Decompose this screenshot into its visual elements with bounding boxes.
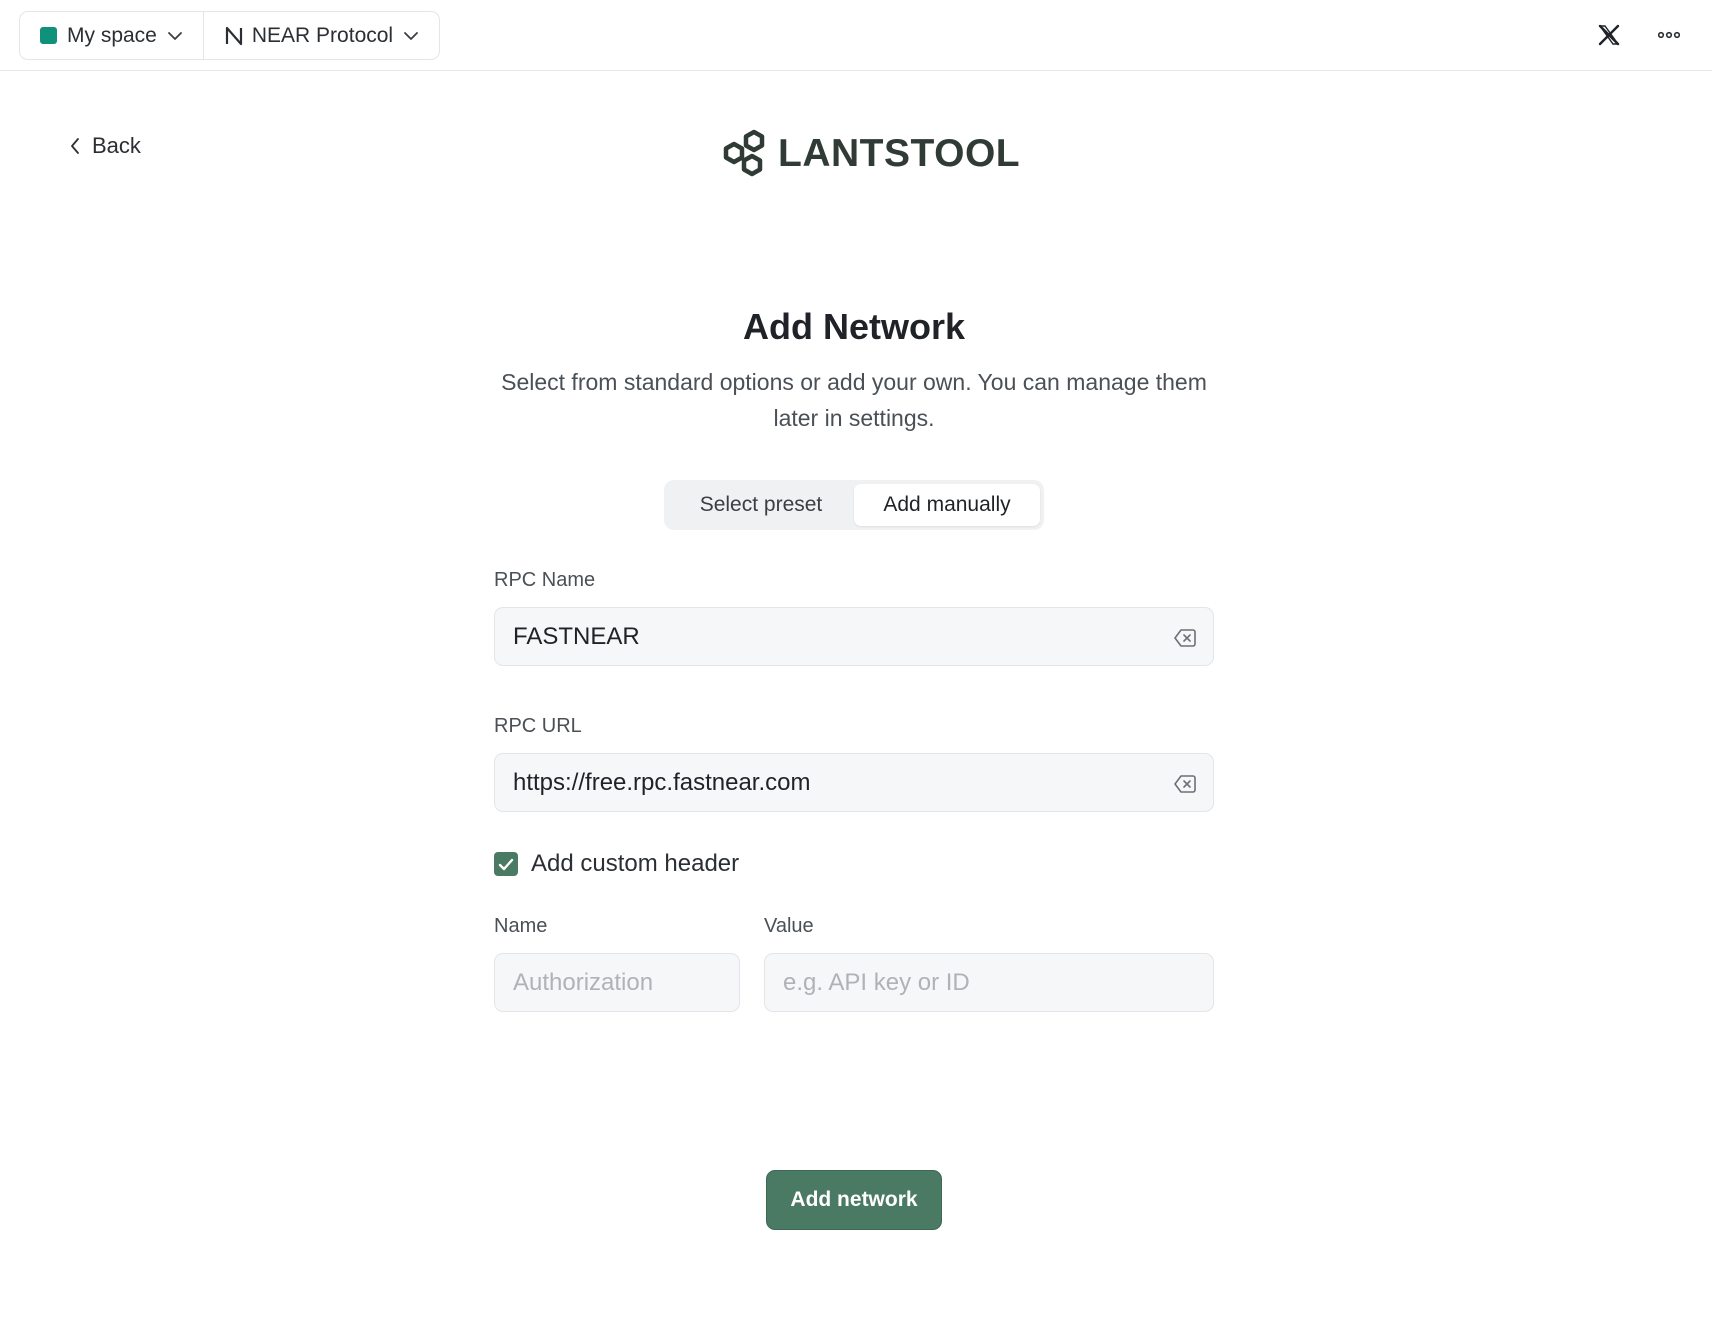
custom-header-fields: Name Value xyxy=(494,914,1214,1012)
page-title: Add Network xyxy=(742,306,965,347)
header-value-input[interactable] xyxy=(783,968,1195,997)
brand-logo: LANTSTOOL xyxy=(718,128,1020,180)
rpc-url-input-wrapper xyxy=(494,753,1214,812)
network-selector[interactable]: NEAR Protocol xyxy=(202,12,439,59)
custom-header-row: Add custom header xyxy=(494,850,1214,878)
more-icon[interactable] xyxy=(1654,20,1684,50)
context-switcher: My space NEAR Protocol xyxy=(19,11,441,60)
chevron-left-icon xyxy=(71,138,79,154)
rpc-name-field: RPC Name xyxy=(494,568,1214,666)
x-logo-icon[interactable] xyxy=(1594,20,1624,50)
custom-header-checkbox[interactable] xyxy=(494,852,518,876)
brand-name: LANTSTOOL xyxy=(778,132,1021,175)
rpc-url-input[interactable] xyxy=(513,768,1195,797)
space-selector[interactable]: My space xyxy=(20,12,203,59)
tab-select-preset[interactable]: Select preset xyxy=(668,484,854,526)
tab-add-manually[interactable]: Add manually xyxy=(854,484,1040,526)
header-name-input-wrapper xyxy=(494,953,740,1012)
space-color-swatch xyxy=(40,27,57,44)
clear-icon[interactable] xyxy=(1174,773,1196,801)
rpc-name-input[interactable] xyxy=(513,622,1195,651)
header-name-field: Name xyxy=(494,914,740,1012)
custom-header-label[interactable]: Add custom header xyxy=(531,850,739,878)
top-right-actions xyxy=(1594,20,1684,50)
hexagon-logo-icon xyxy=(723,129,765,177)
chevron-down-icon xyxy=(404,31,418,40)
space-label: My space xyxy=(67,23,157,47)
rpc-url-label: RPC URL xyxy=(494,715,582,737)
add-network-button[interactable]: Add network xyxy=(766,1170,942,1230)
page-subtitle: Select from standard options or add your… xyxy=(501,369,1207,431)
back-link[interactable]: Back xyxy=(70,133,141,159)
checkmark-icon xyxy=(498,858,514,870)
header-value-label: Value xyxy=(764,915,814,937)
rpc-url-field: RPC URL xyxy=(494,714,1214,812)
header-name-input[interactable] xyxy=(513,968,721,997)
clear-icon[interactable] xyxy=(1174,627,1196,655)
network-label: NEAR Protocol xyxy=(251,23,394,47)
mode-tabs: Select preset Add manually xyxy=(664,480,1044,530)
near-logo-icon xyxy=(225,26,242,45)
back-label: Back xyxy=(92,133,141,158)
top-bar: My space NEAR Protocol xyxy=(0,0,1712,71)
header-value-field: Value xyxy=(764,914,1214,1012)
header-value-input-wrapper xyxy=(764,953,1214,1012)
header-name-label: Name xyxy=(494,915,548,937)
rpc-name-label: RPC Name xyxy=(494,569,596,591)
rpc-name-input-wrapper xyxy=(494,607,1214,666)
chevron-down-icon xyxy=(167,31,182,40)
add-network-form: Add Network Select from standard options… xyxy=(494,300,1214,1012)
